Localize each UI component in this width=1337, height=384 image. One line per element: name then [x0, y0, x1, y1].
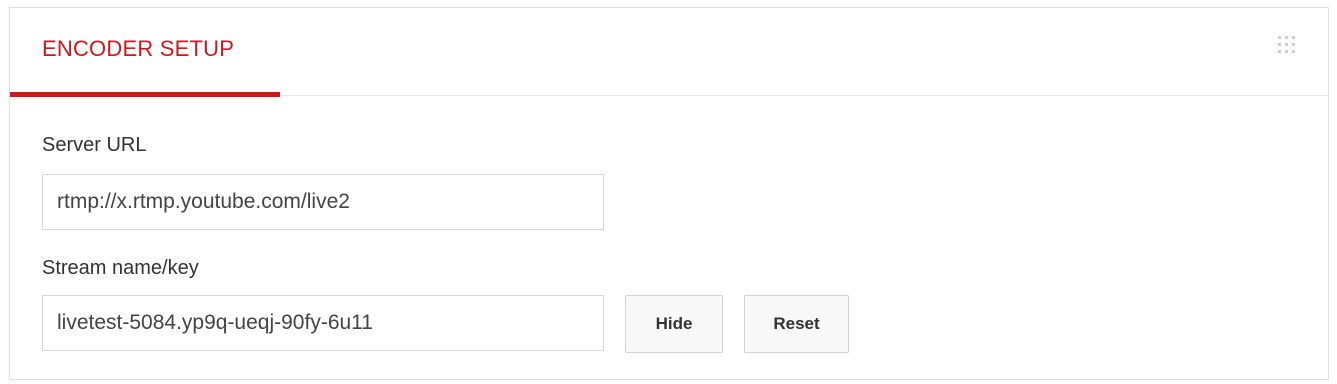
- encoder-setup-panel: ENCODER SETUP Server URL Stream name/key…: [9, 7, 1329, 380]
- active-tab-indicator: [10, 92, 280, 97]
- hide-button[interactable]: Hide: [625, 295, 723, 353]
- server-url-field[interactable]: [42, 174, 604, 230]
- reset-button[interactable]: Reset: [744, 295, 849, 353]
- panel-header: ENCODER SETUP: [10, 8, 1328, 97]
- stream-key-field[interactable]: [42, 295, 604, 351]
- stream-key-label: Stream name/key: [42, 257, 199, 279]
- tab-encoder-setup-label: ENCODER SETUP: [42, 36, 235, 61]
- tab-encoder-setup[interactable]: ENCODER SETUP: [10, 8, 280, 97]
- grip-dots-icon[interactable]: [1278, 36, 1298, 56]
- server-url-label: Server URL: [42, 134, 147, 156]
